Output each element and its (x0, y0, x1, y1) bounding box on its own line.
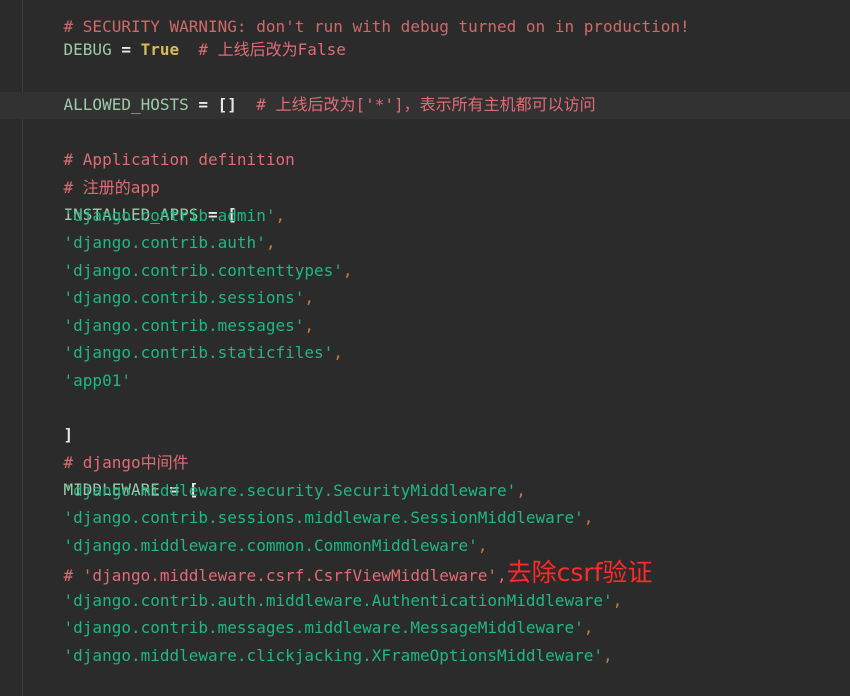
code-line-middleware-item[interactable]: 'django.middleware.clickjacking.XFrameOp… (25, 642, 613, 669)
code-line-installed-app-item[interactable]: 'app01' (25, 367, 131, 394)
code-line-debug[interactable]: DEBUG = True # 上线后改为False (25, 9, 346, 59)
csrf-annotation: 去除csrf验证 (506, 558, 653, 587)
code-line-registered-app-comment[interactable]: # 注册的app (25, 147, 160, 197)
comment-text: # 上线后改为False (179, 40, 346, 59)
string-literal: 'django.contrib.sessions.middleware.Sess… (63, 508, 584, 527)
string-literal: 'django.middleware.security.SecurityMidd… (63, 481, 517, 500)
comma: , (612, 591, 623, 610)
code-line-middleware-item[interactable]: 'django.middleware.security.SecurityMidd… (25, 477, 526, 504)
variable-name: ALLOWED_HOSTS (63, 95, 189, 114)
comma: , (304, 316, 314, 335)
string-literal: 'django.contrib.auth' (63, 233, 266, 252)
code-line-app-definition-comment[interactable]: # Application definition (25, 119, 295, 169)
code-line-installed-app-item[interactable]: 'django.contrib.contenttypes', (25, 257, 353, 284)
keyword-value: True (140, 40, 180, 59)
code-line-middleware-item[interactable]: 'django.contrib.auth.middleware.Authenti… (25, 587, 623, 614)
string-literal: 'django.contrib.messages' (63, 316, 305, 335)
string-literal: 'django.contrib.messages.middleware.Mess… (63, 618, 584, 637)
code-line-installed-apps-close[interactable]: ] (25, 394, 74, 444)
code-line-middleware[interactable]: MIDDLEWARE = [ (25, 449, 199, 499)
string-literal: 'django.contrib.sessions' (63, 288, 305, 307)
code-line-middleware-item[interactable]: 'django.contrib.sessions.middleware.Sess… (25, 504, 594, 531)
comma: , (342, 261, 353, 280)
comma: , (477, 536, 488, 555)
string-literal: 'django.contrib.admin' (63, 206, 276, 225)
code-line-installed-app-item[interactable]: 'django.contrib.auth', (25, 229, 276, 256)
code-editor[interactable]: # SECURITY WARNING: don't run with debug… (0, 0, 850, 696)
code-line-middleware-item[interactable]: 'django.contrib.messages.middleware.Mess… (25, 614, 594, 641)
comma: , (304, 288, 314, 307)
code-line-installed-app-item[interactable]: 'django.contrib.staticfiles', (25, 339, 343, 366)
comma: , (265, 233, 276, 252)
assign-operator: = (111, 40, 141, 59)
code-line-middleware-csrf-commented[interactable]: # 'django.middleware.csrf.CsrfViewMiddle… (25, 559, 653, 586)
code-line-middleware-item[interactable]: 'django.middleware.common.CommonMiddlewa… (25, 532, 488, 559)
comma: , (275, 206, 286, 225)
code-line-installed-app-item[interactable]: 'django.contrib.sessions', (25, 284, 314, 311)
code-line-middleware-close[interactable]: ] (25, 669, 73, 696)
commented-out-string: # 'django.middleware.csrf.CsrfViewMiddle… (63, 566, 498, 585)
code-line-middleware-comment[interactable]: # django中间件 (25, 422, 189, 472)
comma: , (583, 508, 594, 527)
string-literal: 'django.middleware.clickjacking.XFrameOp… (63, 646, 603, 665)
comma: , (602, 646, 613, 665)
code-line-installed-app-item[interactable]: 'django.contrib.admin', (25, 202, 286, 229)
comment-text: # 上线后改为['*']，表示所有主机都可以访问 (236, 95, 596, 114)
string-literal: 'django.contrib.staticfiles' (63, 343, 334, 362)
comma: , (497, 566, 507, 585)
variable-name: DEBUG (63, 40, 112, 59)
code-line-allowed-hosts[interactable]: ALLOWED_HOSTS = [] # 上线后改为['*']，表示所有主机都可… (25, 64, 596, 114)
string-literal: 'django.contrib.auth.middleware.Authenti… (63, 591, 613, 610)
code-line-installed-app-item[interactable]: 'django.contrib.messages', (25, 312, 314, 339)
assign-operator: = (188, 95, 218, 114)
comma: , (333, 343, 343, 362)
list-value: [] (217, 95, 237, 114)
string-literal: 'django.contrib.contenttypes' (63, 261, 343, 280)
comma: , (583, 618, 594, 637)
string-literal: 'app01' (63, 371, 131, 390)
comma: , (516, 481, 526, 500)
code-line-installed-apps[interactable]: INSTALLED_APPS = [ (25, 174, 237, 224)
string-literal: 'django.middleware.common.CommonMiddlewa… (63, 536, 478, 555)
